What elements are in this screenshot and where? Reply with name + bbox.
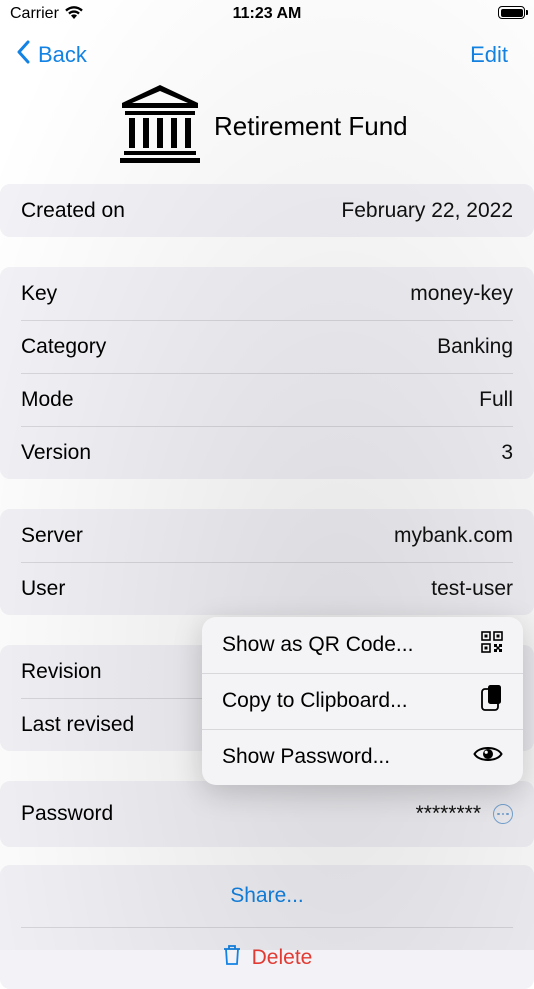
user-value: test-user — [431, 576, 513, 600]
created-label: Created on — [21, 198, 125, 222]
server-row: Server mybank.com — [0, 509, 534, 562]
version-value: 3 — [501, 440, 513, 464]
last-revised-label: Last revised — [21, 712, 135, 736]
key-value: money-key — [410, 281, 513, 305]
clock: 11:23 AM — [232, 5, 302, 22]
mode-row: Mode Full — [0, 373, 534, 426]
clipboard-icon — [479, 684, 503, 718]
key-row: Key money-key — [0, 267, 534, 320]
back-button[interactable]: Back — [16, 40, 87, 70]
server-group: Server mybank.com User test-user — [0, 509, 534, 615]
qr-code-icon — [481, 631, 503, 659]
edit-button[interactable]: Edit — [470, 42, 508, 68]
item-header: Retirement Fund — [118, 82, 408, 171]
item-title: Retirement Fund — [214, 111, 408, 141]
show-password-menu-item[interactable]: Show Password... — [202, 729, 523, 785]
bank-icon — [118, 82, 202, 171]
created-row: Created on February 22, 2022 — [0, 184, 534, 237]
version-row: Version 3 — [0, 426, 534, 479]
version-label: Version — [21, 440, 92, 464]
status-bar: Carrier 11:23 AM — [0, 0, 534, 30]
category-row: Category Banking — [0, 320, 534, 373]
mode-label: Mode — [21, 387, 74, 411]
user-row: User test-user — [0, 562, 534, 615]
revision-label: Revision — [21, 659, 102, 683]
actions-group: Share... Delete — [0, 865, 534, 989]
copy-to-clipboard-menu-item[interactable]: Copy to Clipboard... — [202, 673, 523, 729]
more-options-icon[interactable] — [493, 804, 513, 824]
password-group: Password ******** — [0, 781, 534, 847]
key-label: Key — [21, 281, 58, 305]
share-button[interactable]: Share... — [230, 884, 304, 908]
menu-item-label: Show Password... — [222, 745, 391, 768]
mode-value: Full — [479, 387, 513, 411]
password-row[interactable]: Password ******** — [0, 781, 534, 847]
navigation-bar: Back Edit — [0, 36, 534, 76]
menu-item-label: Show as QR Code... — [222, 633, 414, 656]
server-value: mybank.com — [393, 523, 513, 547]
created-value: February 22, 2022 — [341, 198, 513, 222]
details-group: Key money-key Category Banking Mode Full… — [0, 267, 534, 479]
context-menu: Show as QR Code... Copy to Clipboard... — [202, 617, 523, 785]
menu-item-label: Copy to Clipboard... — [222, 689, 408, 712]
delete-button[interactable]: Delete — [222, 944, 312, 972]
trash-icon — [222, 944, 242, 972]
share-row[interactable]: Share... — [0, 865, 534, 927]
password-value-area: ******** — [416, 802, 513, 826]
category-value: Banking — [437, 334, 513, 358]
created-group: Created on February 22, 2022 — [0, 184, 534, 237]
delete-row[interactable]: Delete — [0, 927, 534, 989]
chevron-left-icon — [16, 40, 30, 70]
category-label: Category — [21, 334, 107, 358]
password-value: ******** — [415, 802, 481, 825]
battery-icon — [498, 6, 528, 19]
user-label: User — [21, 576, 66, 600]
password-label: Password — [21, 802, 114, 825]
server-label: Server — [21, 523, 83, 547]
back-label: Back — [38, 42, 87, 67]
eye-icon — [473, 744, 503, 770]
show-qr-code-menu-item[interactable]: Show as QR Code... — [202, 617, 523, 673]
